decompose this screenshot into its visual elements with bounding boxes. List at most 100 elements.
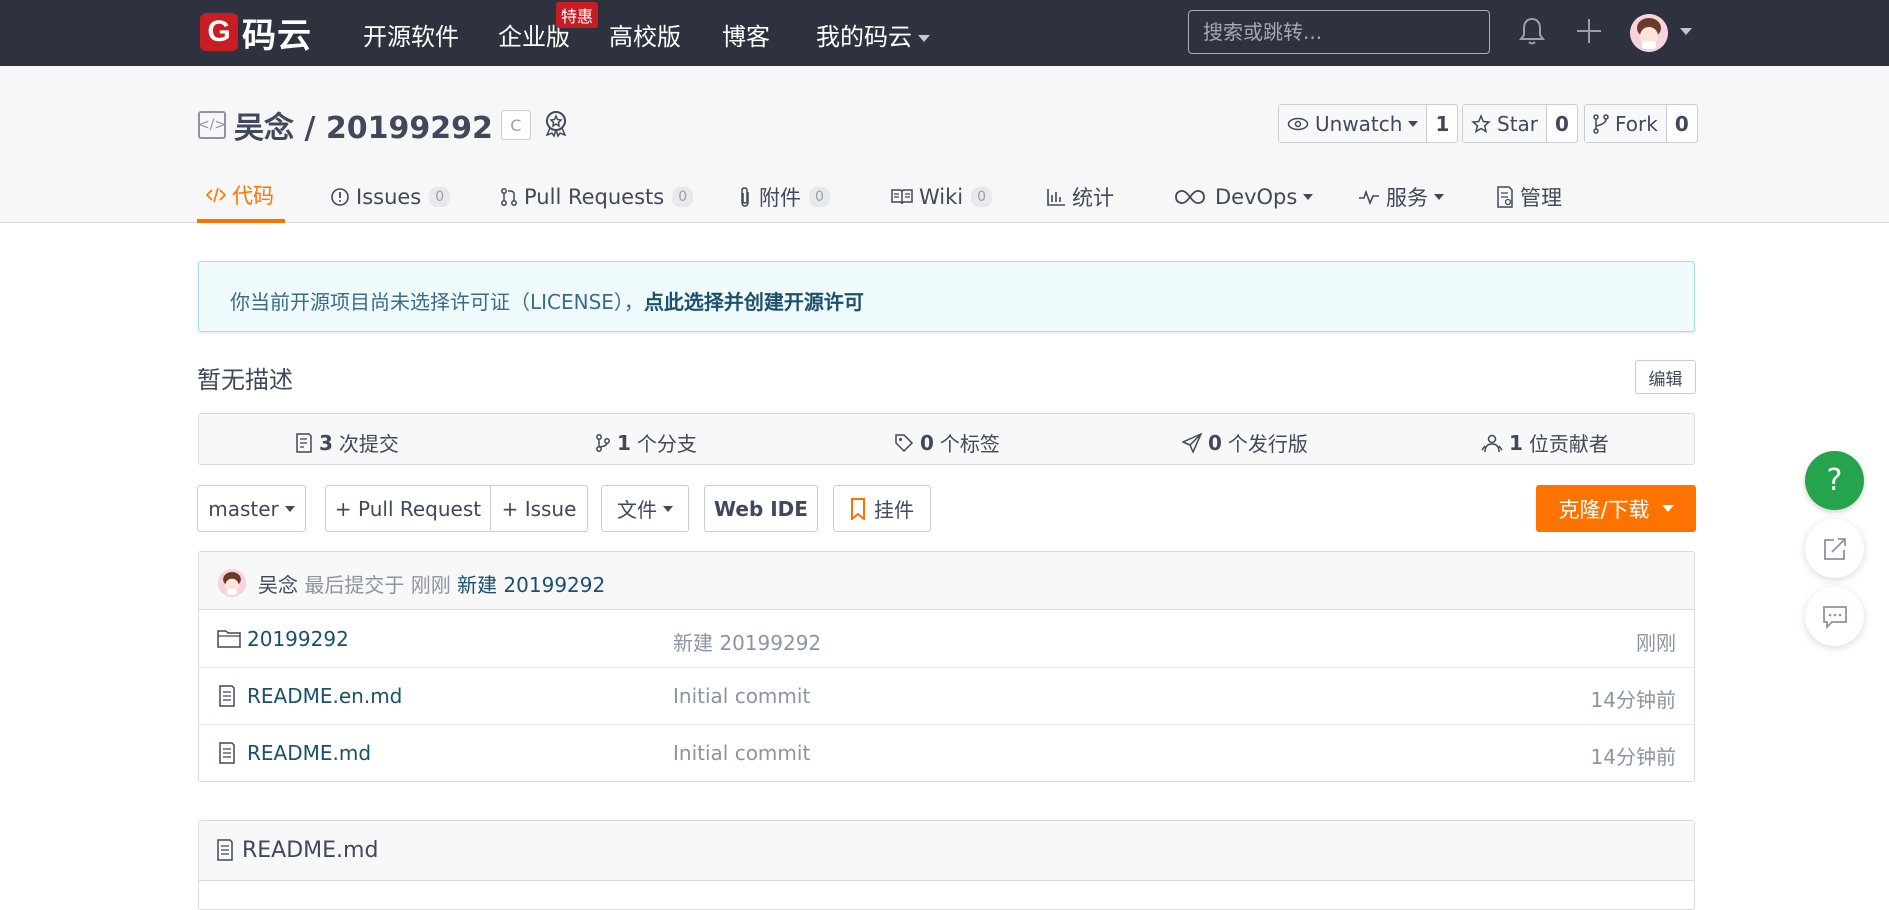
stat-releases-label: 个发行版 bbox=[1227, 432, 1308, 456]
stat-branches-label: 个分支 bbox=[636, 432, 697, 456]
star-button[interactable]: Star bbox=[1463, 105, 1548, 142]
tab-wiki[interactable]: Wiki 0 bbox=[891, 170, 993, 223]
stat-tags-num: 0 bbox=[920, 430, 934, 455]
web-ide-button[interactable]: Web IDE bbox=[704, 485, 818, 532]
tab-attachments[interactable]: 附件 0 bbox=[737, 170, 830, 223]
file-name[interactable]: README.en.md bbox=[247, 684, 402, 708]
comment-button[interactable] bbox=[1805, 587, 1864, 646]
commit-time: 刚刚 bbox=[410, 573, 451, 597]
tab-devops[interactable]: DevOps bbox=[1175, 170, 1314, 223]
tab-issues[interactable]: Issues 0 bbox=[330, 170, 451, 223]
stat-releases[interactable]: 0 个发行版 bbox=[1182, 428, 1308, 457]
logo-text: 码云 bbox=[242, 15, 312, 56]
stat-commits-label: 次提交 bbox=[338, 432, 399, 456]
share-button[interactable] bbox=[1805, 519, 1864, 578]
file-name[interactable]: README.md bbox=[247, 741, 371, 765]
chevron-down-icon bbox=[284, 505, 295, 512]
comment-icon bbox=[1822, 605, 1847, 629]
new-issue-button[interactable]: + Issue bbox=[490, 485, 588, 532]
bell-icon[interactable] bbox=[1515, 14, 1549, 48]
award-icon[interactable] bbox=[541, 108, 571, 143]
help-button[interactable]: ? bbox=[1805, 451, 1864, 510]
license-notice: 你当前开源项目尚未选择许可证（LICENSE），点此选择并创建开源许可 bbox=[198, 261, 1695, 332]
tab-code[interactable]: 代码 bbox=[197, 170, 285, 223]
file-commit-message[interactable]: Initial commit bbox=[673, 684, 810, 708]
repo-title-row: </> 吴念 / 20199292 C bbox=[198, 103, 571, 147]
edit-description-button[interactable]: 编辑 bbox=[1635, 360, 1696, 394]
file-commit-message[interactable]: 新建 20199292 bbox=[673, 627, 821, 656]
fork-count[interactable]: 0 bbox=[1667, 105, 1697, 142]
nav-my-gitee[interactable]: 我的码云 bbox=[816, 17, 930, 52]
nav-university[interactable]: 高校版 bbox=[609, 17, 681, 52]
clone-download-label: 克隆/下载 bbox=[1558, 497, 1650, 522]
branch-select-label: master bbox=[208, 496, 279, 521]
widget-button[interactable]: 挂件 bbox=[833, 485, 931, 532]
readme-title: README.md bbox=[242, 838, 379, 863]
clone-download-button[interactable]: 克隆/下载 bbox=[1536, 485, 1696, 532]
tab-attachments-count: 0 bbox=[809, 186, 830, 207]
star-count[interactable]: 0 bbox=[1547, 105, 1577, 142]
stat-tags[interactable]: 0 个标签 bbox=[894, 428, 1000, 457]
stat-contributors[interactable]: 1 位贡献者 bbox=[1481, 428, 1609, 457]
stat-branches-num: 1 bbox=[617, 430, 631, 455]
file-commit-message[interactable]: Initial commit bbox=[673, 741, 810, 765]
search-input[interactable] bbox=[1188, 10, 1490, 54]
license-create-link[interactable]: 点此选择并创建开源许可 bbox=[644, 290, 864, 314]
unwatch-button[interactable]: Unwatch bbox=[1279, 105, 1428, 142]
tab-attachments-label: 附件 bbox=[759, 185, 801, 210]
branch-select[interactable]: master bbox=[197, 485, 306, 532]
file-list: 吴念 最后提交于 刚刚 新建 20199292 20199292 新建 2019… bbox=[198, 551, 1695, 782]
pull-request-icon bbox=[501, 187, 517, 206]
fork-icon bbox=[1593, 113, 1609, 134]
file-time: 刚刚 bbox=[1636, 631, 1676, 655]
watch-count[interactable]: 1 bbox=[1427, 105, 1457, 142]
folder-icon bbox=[217, 628, 241, 653]
nav-open-source[interactable]: 开源软件 bbox=[363, 17, 459, 52]
chevron-down-icon bbox=[1434, 193, 1444, 200]
widget-button-label: 挂件 bbox=[874, 498, 914, 522]
manage-icon bbox=[1497, 185, 1513, 208]
repo-name[interactable]: 吴念 / 20199292 bbox=[234, 103, 493, 147]
nav-blog[interactable]: 博客 bbox=[722, 17, 770, 52]
tab-statistics[interactable]: 统计 bbox=[1046, 170, 1114, 223]
file-row[interactable]: 20199292 新建 20199292 刚刚 bbox=[199, 611, 1694, 668]
latest-commit-text: 吴念 最后提交于 刚刚 新建 20199292 bbox=[258, 569, 605, 598]
tab-issues-label: Issues bbox=[356, 184, 422, 209]
file-row[interactable]: README.en.md Initial commit 14分钟前 bbox=[199, 668, 1694, 725]
file-name[interactable]: 20199292 bbox=[247, 627, 349, 651]
file-dropdown-label: 文件 bbox=[617, 498, 657, 522]
promo-badge: 特惠 bbox=[556, 2, 599, 28]
stat-commits[interactable]: 3 次提交 bbox=[295, 428, 399, 457]
code-icon bbox=[206, 187, 226, 202]
tab-pull-requests[interactable]: Pull Requests 0 bbox=[500, 170, 694, 223]
commit-author[interactable]: 吴念 bbox=[258, 573, 298, 597]
new-pull-request-button[interactable]: + Pull Request bbox=[325, 485, 491, 532]
top-navbar: G 码云 开源软件 企业版 特惠 高校版 博客 我的码云 bbox=[0, 0, 1889, 66]
readme-file-icon bbox=[215, 839, 235, 866]
tab-wiki-count: 0 bbox=[971, 186, 993, 207]
star-label: Star bbox=[1497, 111, 1539, 136]
stat-releases-num: 0 bbox=[1208, 430, 1222, 455]
tab-wiki-label: Wiki bbox=[919, 184, 964, 209]
tab-manage[interactable]: 管理 bbox=[1496, 170, 1562, 223]
commits-icon bbox=[296, 432, 312, 453]
gitee-logo[interactable]: G 码云 bbox=[200, 12, 312, 56]
plus-icon[interactable] bbox=[1572, 14, 1606, 48]
stat-branches[interactable]: 1 个分支 bbox=[595, 428, 697, 457]
stat-tags-label: 个标签 bbox=[939, 432, 1000, 456]
repo-code-icon: </> bbox=[198, 111, 226, 139]
tab-services[interactable]: 服务 bbox=[1358, 170, 1444, 223]
tab-manage-label: 管理 bbox=[1520, 185, 1562, 210]
file-dropdown[interactable]: 文件 bbox=[601, 485, 689, 532]
book-icon bbox=[891, 188, 913, 204]
user-avatar[interactable] bbox=[1630, 14, 1668, 52]
commit-message[interactable]: 新建 20199292 bbox=[457, 573, 605, 597]
branch-icon bbox=[596, 433, 610, 452]
stat-contributors-num: 1 bbox=[1509, 430, 1523, 455]
file-row[interactable]: README.md Initial commit 14分钟前 bbox=[199, 725, 1694, 782]
bar-chart-icon bbox=[1047, 188, 1065, 206]
logo-g-icon: G bbox=[200, 13, 238, 51]
fork-button[interactable]: Fork bbox=[1585, 105, 1667, 142]
commit-author-avatar[interactable] bbox=[218, 569, 246, 597]
avatar-chevron-down-icon[interactable] bbox=[1680, 28, 1692, 35]
